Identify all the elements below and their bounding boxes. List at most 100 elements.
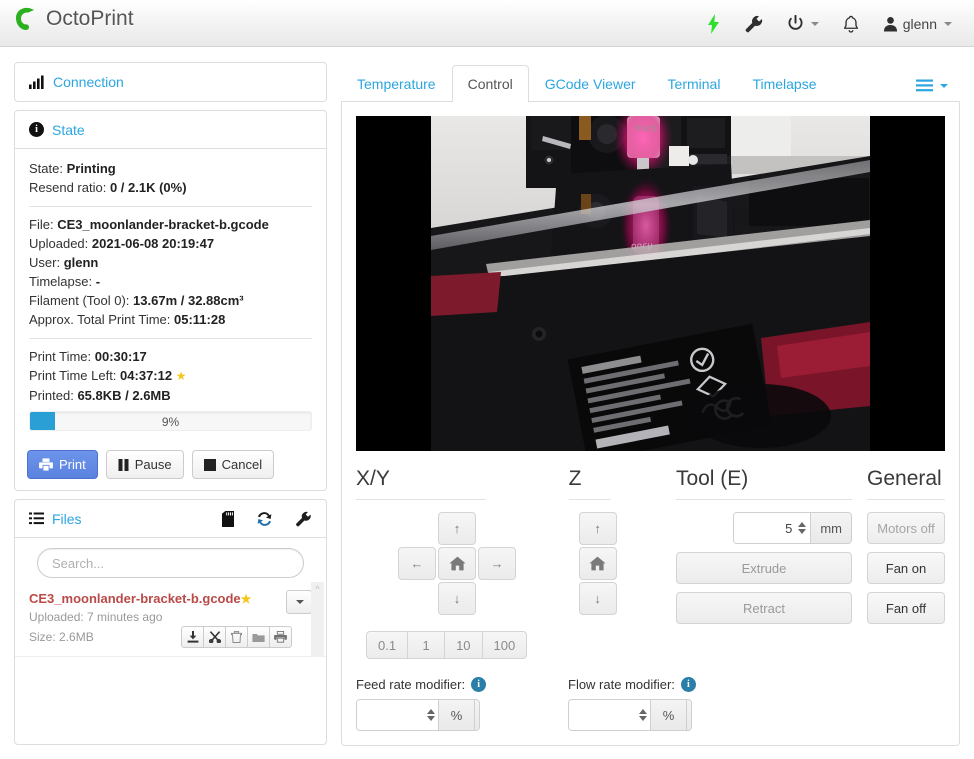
timelapse-value: -: [95, 274, 101, 289]
nav-system[interactable]: [775, 0, 831, 47]
file-row: File: CE3_moonlander-bracket-b.gcode: [29, 215, 312, 234]
tab-terminal[interactable]: Terminal: [652, 65, 737, 102]
jog-x-left-button[interactable]: ←: [398, 547, 436, 580]
slice-button[interactable]: [203, 626, 226, 648]
search-input[interactable]: [37, 548, 304, 578]
tab-temperature[interactable]: Temperature: [341, 65, 452, 102]
printed-label: Printed:: [29, 388, 74, 403]
home-xy-button[interactable]: [438, 547, 476, 580]
app-brand[interactable]: OctoPrint: [14, 6, 134, 32]
file-item-menu-button[interactable]: [286, 590, 312, 614]
print-file-button[interactable]: [269, 626, 292, 648]
stepper-down-icon[interactable]: [427, 716, 435, 721]
files-panel: Files Search... CE3_moonlander-bracket-b…: [14, 499, 327, 745]
extrude-button[interactable]: Extrude: [675, 552, 853, 584]
feed-rate-stepper[interactable]: [427, 700, 438, 730]
refresh-files-button[interactable]: [256, 511, 273, 527]
timelapse-row: Timelapse: -: [29, 272, 312, 291]
step-size-0.1-button[interactable]: 0.1: [366, 631, 409, 659]
tab-control[interactable]: Control: [451, 65, 529, 102]
extrusion-unit-label: mm: [810, 513, 852, 543]
download-button[interactable]: [181, 626, 204, 648]
uploaded-label: Uploaded:: [29, 236, 89, 251]
flow-rate-group: % Set: [568, 699, 692, 731]
step-size-100-button[interactable]: 100: [481, 631, 528, 659]
motors-off-button[interactable]: Motors off: [867, 512, 946, 544]
jog-y-up-button[interactable]: ↑: [438, 512, 476, 545]
info-circle-icon[interactable]: i: [680, 677, 696, 692]
webcam-stream[interactable]: ouch ouch: [356, 116, 945, 451]
nav-settings[interactable]: [733, 0, 775, 47]
tab-gcode-viewer[interactable]: GCode Viewer: [529, 65, 652, 102]
delete-button[interactable]: [225, 626, 248, 648]
state-panel-header[interactable]: i State: [15, 111, 326, 149]
feed-rate-input[interactable]: [357, 700, 427, 730]
stepper-up-icon[interactable]: [639, 709, 647, 714]
step-size-10-button[interactable]: 10: [444, 631, 483, 659]
print-time-left-row: Print Time Left: 04:37:12 ★: [29, 366, 312, 386]
jog-z-up-button[interactable]: ↑: [578, 512, 617, 545]
info-circle-icon[interactable]: i: [471, 677, 487, 692]
print-button[interactable]: Print: [27, 450, 98, 479]
star-icon: ★: [175, 369, 187, 383]
files-settings-button[interactable]: [295, 511, 312, 527]
files-header-actions: [222, 510, 312, 527]
tool-amount-row: mm: [676, 512, 853, 544]
file-item-name-wrap[interactable]: CE3_moonlander-bracket-b.gcode★: [29, 590, 292, 608]
resend-ratio-label: Resend ratio:: [29, 180, 107, 195]
chevron-down-icon: [810, 21, 819, 26]
chevron-down-icon: [940, 84, 948, 88]
jog-y-down-button[interactable]: ↓: [438, 582, 476, 615]
control-column-z: Z ↑ ↓: [568, 465, 633, 659]
user-value: glenn: [63, 255, 99, 270]
z-heading: Z: [568, 467, 582, 490]
nav-power-usage[interactable]: [695, 0, 733, 47]
divider: [568, 499, 611, 500]
cancel-button[interactable]: Cancel: [191, 450, 275, 479]
jog-z-down-button[interactable]: ↓: [578, 582, 617, 615]
pause-button[interactable]: Pause: [105, 450, 184, 479]
feed-rate-label: Feed rate modifier:: [356, 677, 466, 692]
trash-icon: [231, 631, 242, 643]
nav-user-menu[interactable]: glenn: [871, 0, 964, 47]
extrusion-amount-stepper[interactable]: [796, 513, 811, 543]
connection-panel-header[interactable]: Connection: [15, 63, 326, 101]
select-button[interactable]: [247, 626, 270, 648]
home-icon: [448, 556, 466, 571]
file-item-actions: [181, 626, 292, 648]
control-column-xy: X/Y ↑ ← → ↓ 0.1 1 10 100: [356, 465, 569, 659]
printed-row: Printed: 65.8KB / 2.6MB: [29, 386, 312, 405]
xy-jog-row-mid: ← →: [398, 547, 569, 580]
home-z-button[interactable]: [578, 547, 617, 580]
file-list-scrollbar[interactable]: ^: [311, 582, 324, 657]
wrench-icon: [745, 15, 762, 32]
file-item-size: Size: 2.6MB: [29, 630, 94, 644]
tab-timelapse[interactable]: Timelapse: [736, 65, 832, 102]
flow-rate-set-button[interactable]: Set: [686, 700, 691, 730]
stepper-up-icon[interactable]: [427, 709, 435, 714]
stepper-down-icon[interactable]: [639, 716, 647, 721]
signal-bars-icon: [29, 75, 44, 89]
z-jog-row-top: ↑: [578, 512, 633, 545]
feed-rate-set-button[interactable]: Set: [474, 700, 479, 730]
retract-button[interactable]: Retract: [675, 592, 853, 624]
nav-notifications[interactable]: [831, 0, 871, 47]
list-item[interactable]: CE3_moonlander-bracket-b.gcode★ Uploaded…: [15, 584, 326, 657]
sd-card-button[interactable]: [222, 510, 234, 527]
extrusion-amount-input[interactable]: [734, 513, 797, 543]
tool-heading: Tool (E): [675, 467, 749, 490]
flow-rate-input[interactable]: [569, 700, 639, 730]
jog-x-right-button[interactable]: →: [478, 547, 516, 580]
scroll-up-icon[interactable]: ^: [311, 582, 324, 596]
stepper-down-icon[interactable]: [797, 529, 806, 534]
fan-on-button[interactable]: Fan on: [867, 552, 946, 584]
step-size-1-button[interactable]: 1: [407, 631, 446, 659]
stepper-up-icon[interactable]: [797, 522, 806, 527]
resend-ratio-value: 0 / 2.1K (0%): [109, 180, 187, 195]
fan-off-button[interactable]: Fan off: [867, 592, 946, 624]
flow-rate-stepper[interactable]: [639, 700, 650, 730]
tab-overflow-menu-button[interactable]: [904, 73, 960, 101]
pause-icon: [118, 458, 129, 471]
main-content: Temperature Control GCode Viewer Termina…: [341, 62, 960, 746]
